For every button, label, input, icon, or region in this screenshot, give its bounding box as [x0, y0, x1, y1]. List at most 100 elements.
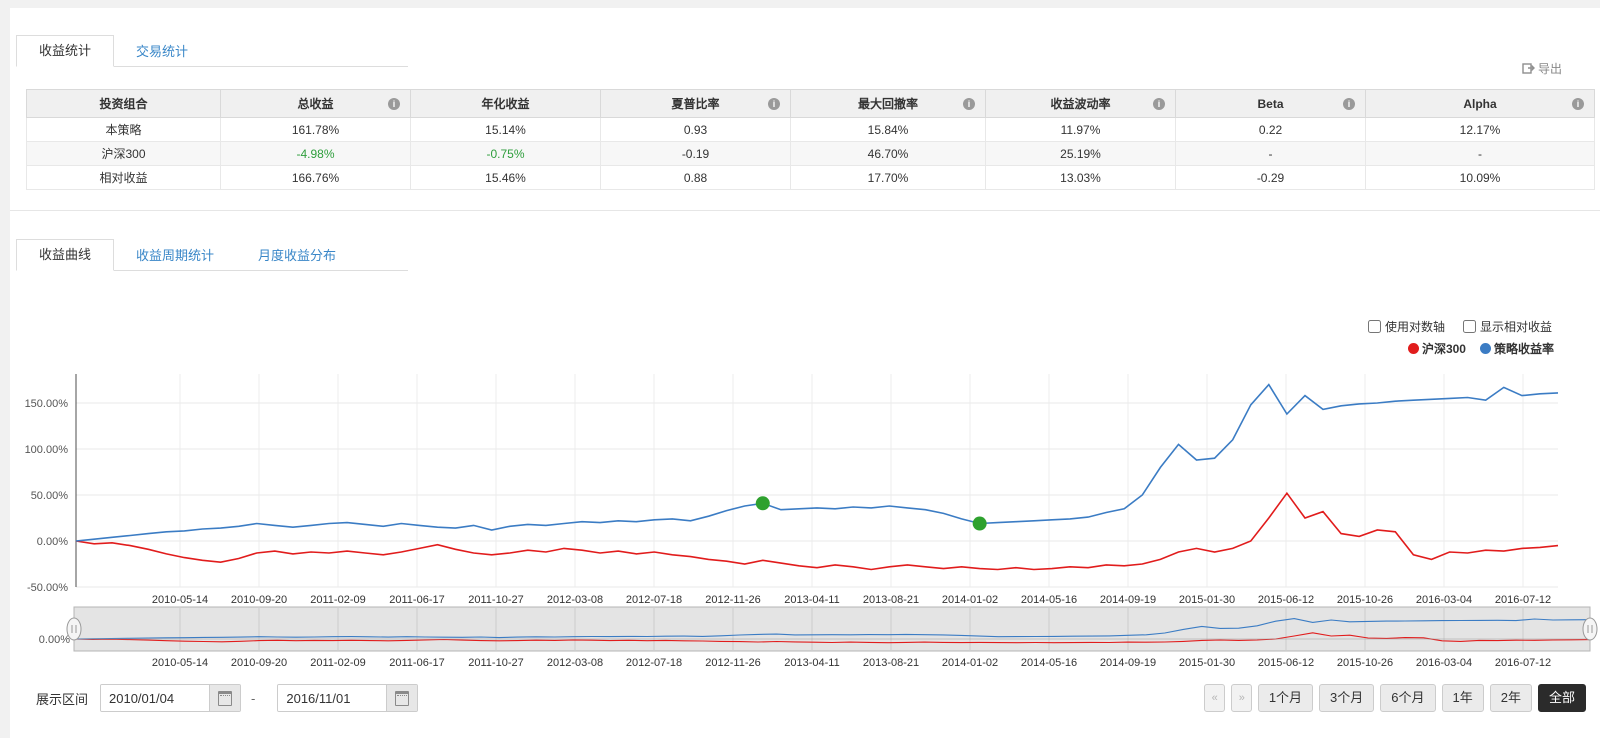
- info-icon[interactable]: i: [1572, 98, 1584, 110]
- range-next-button[interactable]: »: [1231, 684, 1252, 712]
- calendar-icon: [218, 691, 232, 706]
- column-header: 年化收益: [411, 90, 601, 118]
- info-icon[interactable]: i: [1343, 98, 1355, 110]
- date-to-calendar-button[interactable]: [386, 685, 417, 711]
- trade-marker[interactable]: [973, 517, 987, 531]
- tab-stats-1[interactable]: 交易统计: [114, 37, 210, 67]
- navigator-x-label: 2013-04-11: [784, 657, 839, 669]
- y-axis-label: 150.00%: [25, 398, 69, 410]
- navigator-x-label: 2011-02-09: [310, 657, 365, 669]
- footer-bar: 展示区间 - «»1个月3个月6个月1年2年全部: [10, 676, 1600, 720]
- info-icon[interactable]: i: [1153, 98, 1165, 110]
- navigator-y-label: 0.00%: [39, 634, 70, 646]
- range-button-1[interactable]: 3个月: [1319, 684, 1374, 712]
- legend-label: 沪深300: [1422, 340, 1466, 357]
- checkbox[interactable]: [1368, 320, 1381, 333]
- section-divider: [10, 210, 1600, 211]
- column-header-label: Alpha: [1463, 97, 1496, 111]
- column-header: 投资组合: [27, 90, 221, 118]
- checkbox-label: 使用对数轴: [1385, 318, 1445, 335]
- column-header: 总收益 i: [221, 90, 411, 118]
- tab-chart-2[interactable]: 月度收益分布: [236, 241, 358, 271]
- date-from-calendar-button[interactable]: [209, 685, 240, 711]
- tab-stats-0[interactable]: 收益统计: [16, 35, 114, 67]
- performance-table: 投资组合总收益i年化收益夏普比率i最大回撤率i收益波动率iBetaiAlphai…: [26, 89, 1595, 190]
- date-from-group: [100, 684, 241, 712]
- navigator-x-label: 2012-11-26: [705, 657, 760, 669]
- navigator-x-label: 2015-01-30: [1179, 657, 1235, 669]
- column-header-label: Beta: [1257, 97, 1283, 111]
- strategy-line: [76, 385, 1558, 541]
- x-axis-label: 2015-01-30: [1179, 594, 1235, 606]
- range-button-2[interactable]: 6个月: [1380, 684, 1435, 712]
- chart-option-0[interactable]: 使用对数轴: [1368, 318, 1445, 335]
- range-button-0[interactable]: 1个月: [1258, 684, 1313, 712]
- x-axis-label: 2014-01-02: [942, 594, 998, 606]
- column-header-label: 年化收益: [481, 97, 529, 111]
- column-header-label: 投资组合: [99, 97, 147, 111]
- navigator-x-label: 2016-07-12: [1495, 657, 1551, 669]
- column-header: 最大回撤率i: [791, 90, 986, 118]
- table-row: 相对收益166.76%15.46%0.8817.70%13.03%-0.2910…: [27, 166, 1595, 190]
- export-icon: [1522, 63, 1535, 75]
- info-icon[interactable]: i: [388, 98, 400, 110]
- table-cell: -: [1366, 142, 1595, 166]
- table-cell: 46.70%: [791, 142, 986, 166]
- table-cell: 166.76%: [221, 166, 411, 190]
- x-axis-label: 2011-02-09: [310, 594, 365, 606]
- table-cell: -4.98%: [221, 142, 411, 166]
- x-axis-label: 2011-06-17: [389, 594, 444, 606]
- tab-chart-1[interactable]: 收益周期统计: [114, 241, 236, 271]
- legend-item-1[interactable]: 策略收益率: [1480, 340, 1554, 357]
- table-cell: -0.29: [1176, 166, 1366, 190]
- date-from-input[interactable]: [101, 685, 209, 711]
- x-axis-label: 2016-03-04: [1416, 594, 1472, 606]
- x-axis-label: 2012-03-08: [547, 594, 603, 606]
- navigator-x-label: 2016-03-04: [1416, 657, 1472, 669]
- checkbox-label: 显示相对收益: [1480, 318, 1552, 335]
- navigator-range[interactable]: [74, 607, 1590, 651]
- navigator-x-label: 2012-03-08: [547, 657, 603, 669]
- column-header-label: 收益波动率: [1050, 97, 1110, 111]
- range-button-4[interactable]: 2年: [1490, 684, 1532, 712]
- navigator-x-label: 2011-06-17: [389, 657, 444, 669]
- table-cell: -: [1176, 142, 1366, 166]
- checkbox[interactable]: [1463, 320, 1476, 333]
- y-axis-label: 50.00%: [31, 490, 69, 502]
- table-cell: 0.22: [1176, 118, 1366, 142]
- navigator-x-label: 2014-09-19: [1100, 657, 1156, 669]
- legend-dot-icon: [1480, 343, 1491, 354]
- row-name: 沪深300: [27, 142, 221, 166]
- range-button-5[interactable]: 全部: [1538, 684, 1586, 712]
- navigator-right-handle[interactable]: [1583, 618, 1597, 640]
- range-prev-button[interactable]: «: [1204, 684, 1225, 712]
- date-to-input[interactable]: [278, 685, 386, 711]
- stats-tabstrip: 收益统计交易统计: [16, 35, 408, 67]
- hs300-line: [76, 493, 1558, 569]
- returns-chart-svg: 150.00%100.00%50.00%0.00%-50.00%2010-05-…: [10, 368, 1600, 676]
- navigator-x-label: 2013-08-21: [863, 657, 919, 669]
- x-axis-label: 2015-06-12: [1258, 594, 1314, 606]
- info-icon[interactable]: i: [768, 98, 780, 110]
- legend-dot-icon: [1408, 343, 1419, 354]
- range-button-3[interactable]: 1年: [1442, 684, 1484, 712]
- tab-chart-0[interactable]: 收益曲线: [16, 239, 114, 271]
- info-icon[interactable]: i: [963, 98, 975, 110]
- trade-marker[interactable]: [756, 496, 770, 510]
- navigator-x-label: 2014-05-16: [1021, 657, 1077, 669]
- legend-item-0[interactable]: 沪深300: [1408, 340, 1466, 357]
- navigator-left-handle[interactable]: [67, 618, 81, 640]
- navigator-x-label: 2010-05-14: [152, 657, 208, 669]
- chart-option-1[interactable]: 显示相对收益: [1463, 318, 1552, 335]
- export-button[interactable]: 导出: [1522, 60, 1562, 77]
- x-axis-label: 2014-05-16: [1021, 594, 1077, 606]
- x-axis-label: 2011-10-27: [468, 594, 523, 606]
- column-header-label: 总收益: [297, 97, 333, 111]
- table-cell: 25.19%: [986, 142, 1176, 166]
- table-cell: -0.75%: [411, 142, 601, 166]
- table-cell: 17.70%: [791, 166, 986, 190]
- x-axis-label: 2016-07-12: [1495, 594, 1551, 606]
- row-name: 相对收益: [27, 166, 221, 190]
- column-header: Beta i: [1176, 90, 1366, 118]
- navigator-x-label: 2015-10-26: [1337, 657, 1393, 669]
